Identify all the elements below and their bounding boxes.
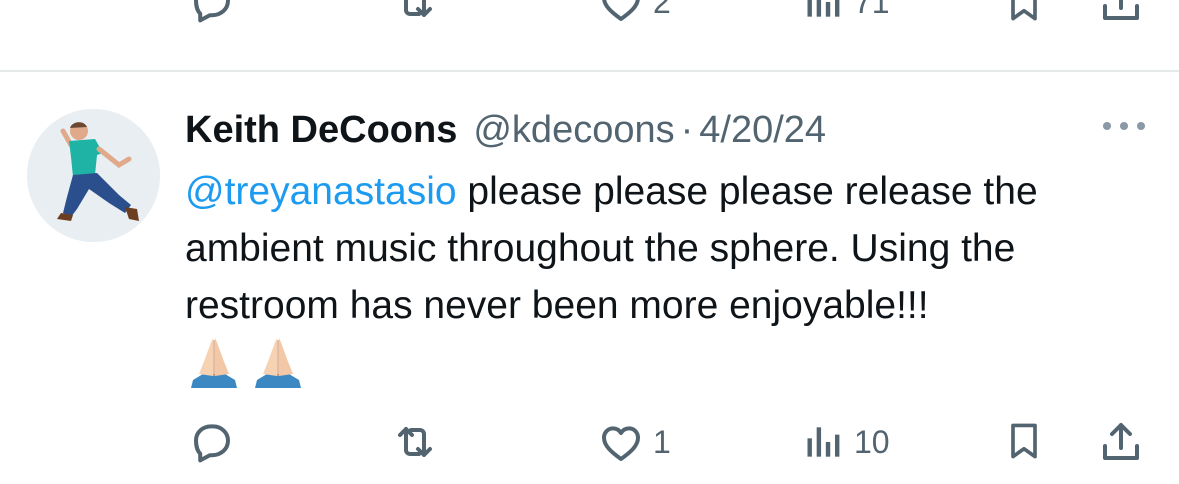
tweet-action-bar: 1 10 (0, 408, 1179, 478)
emoji-row (185, 334, 307, 393)
bookmark-button[interactable] (1002, 416, 1046, 466)
like-button[interactable]: 1 (597, 418, 671, 466)
share-icon (1097, 418, 1145, 466)
views-icon (802, 418, 846, 466)
tweet-header: Keith DeCoons @kdecoons · 4/20/24 (185, 104, 826, 156)
retweet-icon (390, 418, 440, 466)
heart-icon (597, 0, 645, 26)
tweet-divider (0, 70, 1179, 72)
more-icon (1100, 116, 1148, 136)
like-count: 1 (653, 424, 671, 460)
prev-retweet-button[interactable] (390, 0, 440, 26)
tweet-body: @treyanastasio please please please rele… (185, 163, 1175, 334)
prev-view-count: 71 (854, 0, 890, 20)
author-name[interactable]: Keith DeCoons (185, 109, 457, 152)
prev-reply-button[interactable] (187, 0, 235, 26)
reply-icon (187, 418, 235, 466)
prev-share-button[interactable] (1097, 0, 1145, 26)
reply-icon (187, 0, 235, 26)
avatar-jumping-man-illustration (27, 109, 160, 242)
retweet-icon (390, 0, 440, 26)
bookmark-icon (1002, 0, 1046, 28)
avatar[interactable] (27, 109, 160, 242)
bookmark-icon (1002, 416, 1046, 466)
folded-hands-emoji (185, 334, 243, 393)
separator-dot: · (680, 108, 694, 151)
prev-like-count: 2 (653, 0, 671, 20)
folded-hands-emoji (249, 334, 307, 393)
prev-views-button[interactable]: 71 (802, 0, 890, 26)
views-icon (802, 0, 846, 26)
share-button[interactable] (1097, 418, 1145, 466)
prev-bookmark-button[interactable] (1002, 0, 1046, 28)
more-options-button[interactable] (1100, 116, 1148, 136)
reply-button[interactable] (187, 418, 235, 466)
previous-tweet-action-bar: 2 71 (0, 0, 1179, 70)
mention-link[interactable]: @treyanastasio (185, 170, 457, 213)
prev-like-button[interactable]: 2 (597, 0, 671, 26)
tweet-date[interactable]: 4/20/24 (699, 109, 826, 152)
author-handle[interactable]: @kdecoons (473, 109, 674, 152)
views-button[interactable]: 10 (802, 418, 890, 466)
retweet-button[interactable] (390, 418, 440, 466)
heart-icon (597, 418, 645, 466)
share-icon (1097, 0, 1145, 26)
view-count: 10 (854, 424, 890, 460)
